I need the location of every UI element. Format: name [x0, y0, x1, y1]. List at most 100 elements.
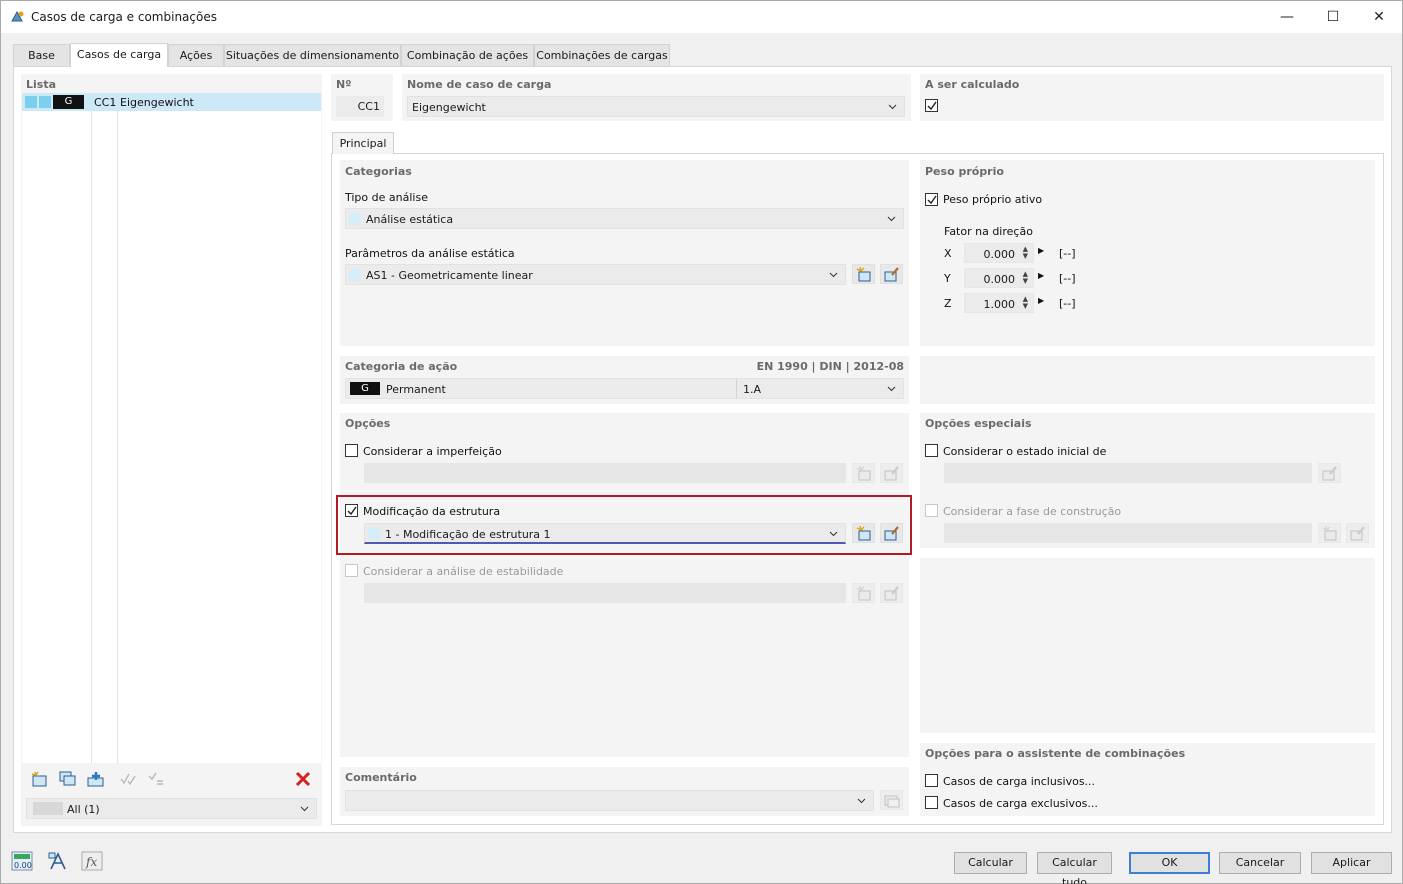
factor-z-input[interactable]: 1.000 ▲ ▼: [964, 293, 1034, 313]
factor-x-axis: X: [944, 247, 952, 260]
inclusive-checkbox[interactable]: [925, 774, 938, 787]
calc-header: A ser calculado: [925, 78, 1020, 91]
edit-imperfection-button[interactable]: [880, 463, 903, 483]
calculate-all-button[interactable]: Calcular tudo: [1037, 852, 1112, 884]
imperfection-dropdown[interactable]: [364, 463, 846, 483]
chevron-down-icon: [300, 806, 309, 812]
comment-dropdown[interactable]: [345, 790, 874, 811]
formula-button[interactable]: fx: [81, 851, 103, 871]
analysis-type-label: Tipo de análise: [345, 191, 428, 204]
list-filter-dropdown[interactable]: All (1): [26, 798, 317, 819]
initial-state-checkbox[interactable]: [925, 444, 938, 457]
check-icon: [347, 506, 357, 516]
imperfection-checkbox[interactable]: [345, 444, 358, 457]
tab-principal[interactable]: Principal: [332, 132, 394, 154]
action-category-header: Categoria de ação: [345, 360, 458, 373]
stability-label: Considerar a análise de estabilidade: [363, 565, 564, 578]
new-icon: [1322, 526, 1337, 541]
tab-actions[interactable]: Ações: [168, 44, 224, 66]
new-modification-button[interactable]: [852, 523, 875, 543]
cancel-button[interactable]: Cancelar: [1219, 852, 1301, 874]
list-item[interactable]: G CC1 Eigengewicht: [22, 93, 321, 111]
analysis-type-value: Análise estática: [366, 213, 454, 226]
edit-stability-button[interactable]: [880, 583, 903, 603]
exclusive-label: Casos de carga exclusivos...: [943, 797, 1098, 810]
list-filter-value: All (1): [67, 803, 100, 816]
special-options-spacer: [920, 558, 1375, 733]
action-category-panel: Categoria de ação EN 1990 | DIN | 2012-0…: [340, 356, 909, 404]
stability-checkbox[interactable]: [345, 564, 358, 577]
new-params-button[interactable]: [852, 264, 875, 284]
edit-modification-button[interactable]: [880, 523, 903, 543]
action-category-dropdown[interactable]: G Permanent 1.A: [345, 378, 904, 399]
new-stability-button[interactable]: [852, 583, 875, 603]
tab-load-cases[interactable]: Casos de carga: [70, 43, 168, 67]
comment-panel: Comentário: [340, 767, 909, 816]
self-weight-active-label: Peso próprio ativo: [943, 193, 1043, 206]
self-weight-active-checkbox[interactable]: [925, 193, 938, 206]
comment-library-button[interactable]: [880, 790, 903, 810]
construction-stage-label: Considerar a fase de construção: [943, 505, 1122, 518]
name-dropdown[interactable]: Eigengewicht: [407, 96, 905, 117]
tab-base[interactable]: Base: [13, 44, 70, 66]
factor-y-input[interactable]: 0.000 ▲ ▼: [964, 268, 1034, 288]
delete-icon[interactable]: [291, 769, 314, 789]
list-box: G CC1 Eigengewicht: [22, 93, 321, 763]
app-icon: [11, 10, 24, 22]
new-imperfection-button[interactable]: [852, 463, 875, 483]
action-category-spacer: [920, 356, 1375, 404]
edit-params-button[interactable]: [880, 264, 903, 284]
new-icon: [856, 586, 871, 601]
tab-design-situations[interactable]: Situações de dimensionamento: [224, 44, 401, 66]
library-icon: [884, 795, 900, 808]
dialog-window: Casos de carga e combinações — ☐ ✕ Base …: [0, 0, 1403, 884]
model-view-button[interactable]: [47, 851, 69, 871]
static-params-dropdown[interactable]: AS1 - Geometricamente linear: [345, 264, 846, 285]
minimize-button[interactable]: —: [1264, 1, 1310, 33]
combination-wizard-header: Opções para o assistente de combinações: [925, 747, 1186, 760]
new-icon: [856, 267, 871, 282]
calculate-button[interactable]: Calcular: [954, 852, 1027, 874]
edit-icon: [884, 267, 899, 282]
copy-item-button[interactable]: [56, 769, 79, 789]
factor-x-input[interactable]: 0.000 ▲ ▼: [964, 243, 1034, 263]
svg-text:0.00: 0.00: [14, 861, 32, 870]
units-button[interactable]: 0.00: [11, 851, 33, 871]
structure-modification-dropdown[interactable]: 1 - Modificação de estrutura 1: [364, 523, 846, 544]
action-value: Permanent: [386, 383, 446, 396]
exclusive-checkbox[interactable]: [925, 796, 938, 809]
ok-button[interactable]: OK: [1129, 852, 1210, 874]
new-item-button[interactable]: [28, 769, 51, 789]
edit-initial-state-button[interactable]: [1318, 463, 1341, 483]
stability-dropdown[interactable]: [364, 583, 846, 603]
action-badge: G: [350, 382, 380, 395]
initial-state-dropdown[interactable]: [944, 463, 1312, 483]
list-header: Lista: [26, 78, 57, 91]
factor-x-unit: [--]: [1059, 247, 1076, 260]
construction-stage-dropdown[interactable]: [944, 523, 1312, 543]
check-all-button[interactable]: [116, 769, 139, 789]
options-panel: Opções Considerar a imperfeição Modifica…: [340, 413, 909, 757]
list-panel: Lista G CC1 Eigengewicht All (1): [21, 74, 322, 826]
static-params-label: Parâmetros da análise estática: [345, 247, 515, 260]
options-header: Opções: [345, 417, 391, 430]
to-calculate-checkbox[interactable]: [925, 99, 938, 112]
close-button[interactable]: ✕: [1356, 1, 1402, 33]
name-panel: Nome de caso de carga Eigengewicht: [402, 74, 911, 121]
uncheck-all-button[interactable]: [144, 769, 167, 789]
function-icon: fx: [81, 851, 103, 871]
self-weight-header: Peso próprio: [925, 165, 1004, 178]
analysis-type-dropdown[interactable]: Análise estática: [345, 208, 904, 229]
structure-modification-checkbox[interactable]: [345, 504, 358, 517]
edit-icon: [884, 586, 899, 601]
tab-load-combinations[interactable]: Combinações de cargas: [534, 44, 670, 66]
maximize-button[interactable]: ☐: [1310, 1, 1356, 33]
edit-icon: [884, 466, 899, 481]
edit-construction-button[interactable]: [1346, 523, 1369, 543]
units-icon: 0.00: [11, 851, 33, 871]
construction-stage-checkbox[interactable]: [925, 504, 938, 517]
apply-button[interactable]: Aplicar: [1311, 852, 1392, 874]
tab-action-combinations[interactable]: Combinação de ações: [401, 44, 534, 66]
import-item-button[interactable]: [84, 769, 107, 789]
new-construction-button[interactable]: [1318, 523, 1341, 543]
